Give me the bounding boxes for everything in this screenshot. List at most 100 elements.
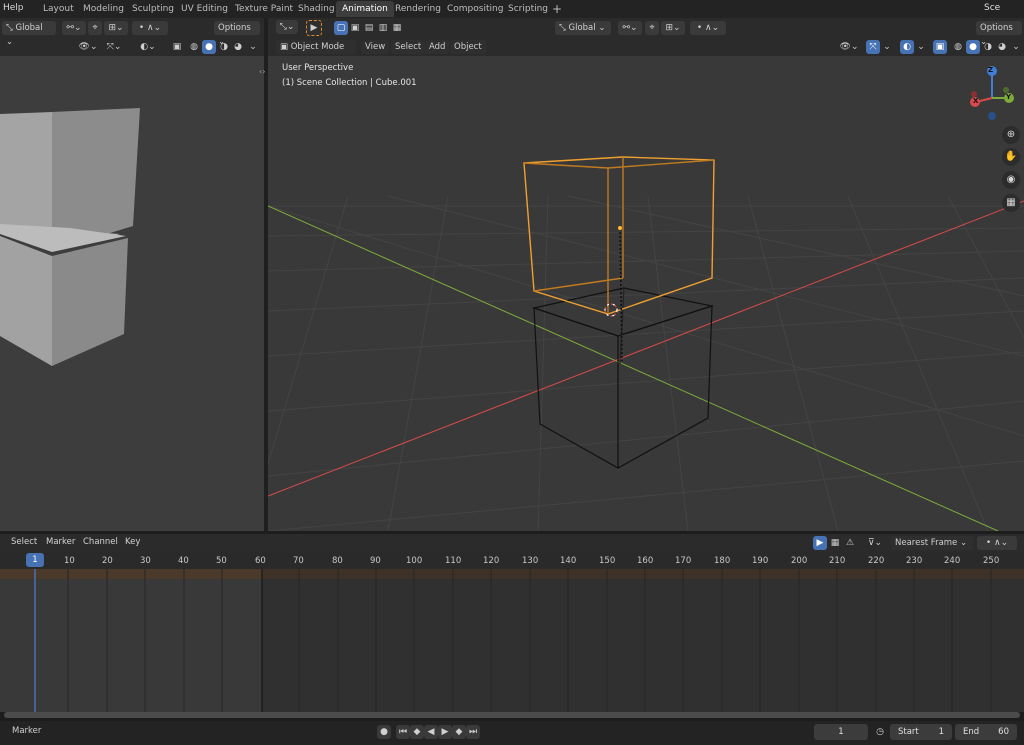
add-menu[interactable]: Add <box>425 40 450 54</box>
current-frame-indicator[interactable]: 1 <box>26 553 44 567</box>
gizmo-toggle-icon[interactable]: ⤧ <box>866 40 880 54</box>
clock-icon[interactable]: ◷ <box>873 725 887 739</box>
tab-modeling[interactable]: Modeling <box>77 1 130 17</box>
current-frame-field[interactable]: 1 <box>814 724 868 740</box>
ruler-tick: 210 <box>829 556 846 566</box>
snap-mode-dropdown[interactable]: Nearest Frame ⌄ <box>891 536 973 550</box>
zoom-icon[interactable]: ⊕ <box>1002 126 1020 144</box>
select-menu[interactable]: Select <box>391 40 426 54</box>
main-options-dropdown[interactable]: Options ⌄ <box>976 21 1022 47</box>
ruler-tick: 220 <box>868 556 885 566</box>
ruler-tick: 180 <box>714 556 731 566</box>
select-extend-icon[interactable]: ▣ <box>348 21 362 35</box>
select-tool-icon[interactable]: ▶ <box>306 20 322 36</box>
left-options-dropdown[interactable]: Options ⌄ <box>214 21 260 47</box>
ruler-tick: 230 <box>906 556 923 566</box>
viewport-collection-label: (1) Scene Collection | Cube.001 <box>282 78 417 88</box>
proportional-edit-toggle[interactable]: • ∧⌄ <box>690 21 726 35</box>
snap-icon[interactable]: ⌖ <box>88 21 102 35</box>
tab-animation[interactable]: Animation <box>336 1 394 17</box>
next-keyframe-button[interactable]: ◆ <box>452 725 466 739</box>
auto-keying-toggle[interactable]: • ∧⌄ <box>977 536 1017 550</box>
solid-shading-icon[interactable]: ● <box>202 40 216 54</box>
ruler-tick: 80 <box>332 556 343 566</box>
tab-scripting[interactable]: Scripting <box>502 1 554 17</box>
prev-keyframe-button[interactable]: ◆ <box>410 725 424 739</box>
help-menu[interactable]: Help <box>3 3 24 13</box>
main-3d-viewport[interactable] <box>268 56 1024 531</box>
object-mode-dropdown[interactable]: ▣ Object Mode ⌄ <box>276 40 356 66</box>
tab-shading[interactable]: Shading <box>292 1 341 17</box>
visibility-icon[interactable]: 👁⌄ <box>838 40 860 54</box>
ruler-tick: 160 <box>637 556 654 566</box>
select-new-icon[interactable]: ▢ <box>334 21 348 35</box>
material-shading-icon[interactable]: ◑ <box>217 40 231 54</box>
tab-sculpting[interactable]: Sculpting <box>126 1 180 17</box>
jump-start-button[interactable]: ⏮ <box>396 725 410 739</box>
tab-rendering[interactable]: Rendering <box>389 1 447 17</box>
sidebar-toggle-icon[interactable]: ‹› <box>259 67 265 76</box>
timeline-key-menu[interactable]: Key <box>125 537 140 547</box>
gizmo-dropdown-icon[interactable]: ⌄ <box>880 40 894 54</box>
main-orientation-dropdown[interactable]: ⤡ Global ⌄ <box>555 21 611 35</box>
rendered-shading-icon[interactable]: ◕ <box>995 40 1009 54</box>
add-workspace-button[interactable]: + <box>552 2 562 16</box>
start-label: Start <box>898 727 919 737</box>
overlay-icon[interactable]: ◐⌄ <box>136 40 160 54</box>
timeline-select-menu[interactable]: Select <box>11 537 37 547</box>
select-subtract-icon[interactable]: ▤ <box>362 21 376 35</box>
warning-icon[interactable]: ⚠ <box>843 536 857 550</box>
ruler-tick: 250 <box>983 556 1000 566</box>
tab-layout[interactable]: Layout <box>37 1 80 17</box>
select-invert-icon[interactable]: ▥ <box>376 21 390 35</box>
marker-label[interactable]: Marker <box>12 726 41 736</box>
wireframe-shading-icon[interactable]: ◍ <box>187 40 201 54</box>
start-frame-field[interactable]: Start 1 <box>890 724 952 740</box>
pivot-point-dropdown[interactable]: ⚯⌄ <box>618 21 642 35</box>
jump-end-button[interactable]: ⏭ <box>466 725 480 739</box>
timeline-scrollbar[interactable] <box>4 712 1020 718</box>
visibility-icon[interactable]: 👁⌄ <box>78 40 98 54</box>
overlay-dropdown-icon[interactable]: ⌄ <box>914 40 928 54</box>
snap-target-dropdown[interactable]: ⊞⌄ <box>104 21 128 35</box>
play-button[interactable]: ▶ <box>438 725 452 739</box>
ruler-tick: 100 <box>406 556 423 566</box>
play-reverse-button[interactable]: ◀ <box>424 725 438 739</box>
camera-icon[interactable]: ◉ <box>1002 171 1020 189</box>
editor-type-dropdown[interactable]: ⤡⌄ <box>276 20 298 34</box>
gizmo-toggle-icon[interactable]: ⤧⌄ <box>102 40 126 54</box>
timeline-marker-menu[interactable]: Marker <box>46 537 75 547</box>
scene-selector[interactable]: Sce <box>984 3 1000 13</box>
pan-hand-icon[interactable]: ✋ <box>1002 148 1020 166</box>
overlay-icon[interactable]: ◐ <box>900 40 914 54</box>
record-button[interactable]: ● <box>377 725 391 739</box>
object-menu[interactable]: Object <box>450 40 486 54</box>
rendered-shading-icon[interactable]: ◕ <box>231 40 245 54</box>
tab-texture-paint[interactable]: Texture Paint <box>229 1 299 17</box>
tab-uv-editing[interactable]: UV Editing <box>175 1 234 17</box>
material-shading-icon[interactable]: ◑ <box>981 40 995 54</box>
select-intersect-icon[interactable]: ▦ <box>390 21 404 35</box>
shading-options-icon[interactable]: ⌄ <box>246 40 260 54</box>
shading-options-icon[interactable]: ⌄ <box>1009 40 1023 54</box>
show-hidden-icon[interactable]: ▦ <box>828 536 842 550</box>
xray-icon[interactable]: ▣ <box>933 40 947 54</box>
timeline-channel-menu[interactable]: Channel <box>83 537 118 547</box>
end-frame-field[interactable]: End 60 <box>955 724 1017 740</box>
proportional-edit-toggle[interactable]: • ∧⌄ <box>132 21 168 35</box>
snap-icon[interactable]: ⌖ <box>645 21 659 35</box>
pivot-point-dropdown[interactable]: ⚯⌄ <box>62 21 86 35</box>
xray-icon[interactable]: ▣ <box>170 40 184 54</box>
ruler-tick: 10 <box>64 556 75 566</box>
wireframe-shading-icon[interactable]: ◍ <box>951 40 965 54</box>
snap-target-dropdown[interactable]: ⊞⌄ <box>661 21 685 35</box>
solid-shading-icon[interactable]: ● <box>966 40 980 54</box>
tab-compositing[interactable]: Compositing <box>441 1 509 17</box>
ruler-tick: 20 <box>102 556 113 566</box>
grid-perspective-icon[interactable]: ▦ <box>1002 194 1020 212</box>
only-selected-icon[interactable]: ▶ <box>813 536 827 550</box>
left-orientation-dropdown[interactable]: ⤡ Global ⌄ <box>2 21 56 47</box>
left-viewport[interactable] <box>0 56 264 531</box>
filter-icon[interactable]: ⊽⌄ <box>864 536 886 550</box>
view-menu[interactable]: View <box>361 40 390 54</box>
